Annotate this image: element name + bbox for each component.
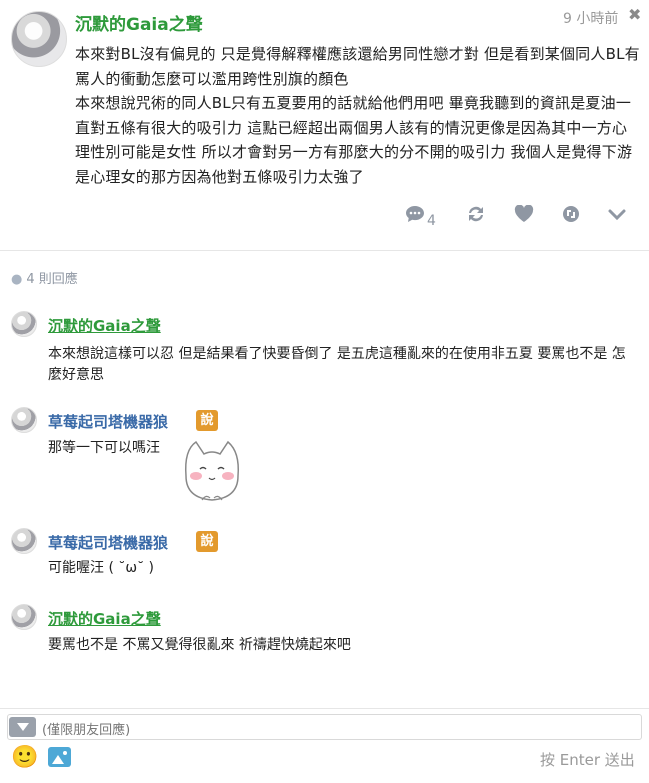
cat-sticker: [184, 440, 240, 501]
post-paragraph: 本來對BL沒有偏見的 只是覺得解釋權應該還給男同性戀才對 但是看到某個同人BL有…: [75, 45, 640, 88]
post-author-link[interactable]: 沉默的Gaia之聲: [75, 10, 203, 35]
tag-badge: 說: [196, 531, 218, 552]
comment-text: 那等一下可以嗎汪: [48, 440, 160, 456]
composer: (僅限朋友回應) 🙂 按 Enter 送出: [0, 708, 649, 783]
chevron-down-icon[interactable]: [607, 205, 627, 228]
post: 沉默的Gaia之聲 9 小時前 ✖ 本來對BL沒有偏見的 只是覺得解釋權應該還給…: [0, 0, 649, 248]
heart-icon[interactable]: [514, 204, 534, 228]
comment-text: 要罵也不是 不罵又覺得很亂來 祈禱趕快燒起來吧: [48, 637, 351, 653]
comment-author[interactable]: 草莓起司塔機器狼: [48, 411, 168, 432]
avatar[interactable]: [11, 11, 67, 67]
emoji-icon[interactable]: 🙂: [11, 745, 38, 770]
comment-author[interactable]: 沉默的Gaia之聲: [48, 608, 161, 629]
image-upload-icon[interactable]: [48, 747, 71, 767]
post-timestamp: 9 小時前: [563, 11, 619, 27]
reply-input[interactable]: (僅限朋友回應): [7, 714, 642, 740]
divider: [0, 250, 649, 251]
reply-input-placeholder: (僅限朋友回應): [42, 723, 131, 738]
reply-count-label: 4 則回應: [26, 272, 78, 287]
comment-icon[interactable]: [405, 205, 425, 228]
privacy-dropdown-button[interactable]: [9, 717, 36, 737]
tag-badge: 說: [196, 410, 218, 431]
retweet-icon[interactable]: [466, 205, 486, 228]
comment-author[interactable]: 草莓起司塔機器狼: [48, 532, 168, 553]
comment-author[interactable]: 沉默的Gaia之聲: [48, 315, 161, 336]
avatar[interactable]: [11, 528, 37, 554]
post-actions: 4: [0, 204, 649, 237]
comment-text: 可能喔汪 ( ˘ω˘ ): [48, 560, 154, 576]
post-paragraph: 本來想說咒術的同人BL只有五夏要用的話就給他們用吧 畢竟我聽到的資訊是夏油一直對…: [75, 94, 633, 186]
share-icon[interactable]: [561, 205, 581, 228]
reply-count[interactable]: ● 4 則回應: [11, 268, 78, 287]
avatar[interactable]: [11, 311, 37, 337]
send-hint: 按 Enter 送出: [540, 751, 635, 769]
comment-count: 4: [427, 213, 436, 229]
avatar[interactable]: [11, 604, 37, 630]
comment-text: 本來想說這樣可以忍 但是結果看了快要昏倒了 是五虎這種亂來的在使用非五夏 要罵也…: [48, 346, 626, 383]
close-icon[interactable]: ✖: [628, 5, 641, 24]
avatar[interactable]: [11, 407, 37, 433]
comment-bubble-icon: ●: [11, 272, 23, 287]
post-body: 本來對BL沒有偏見的 只是覺得解釋權應該還給男同性戀才對 但是看到某個同人BL有…: [75, 42, 640, 189]
